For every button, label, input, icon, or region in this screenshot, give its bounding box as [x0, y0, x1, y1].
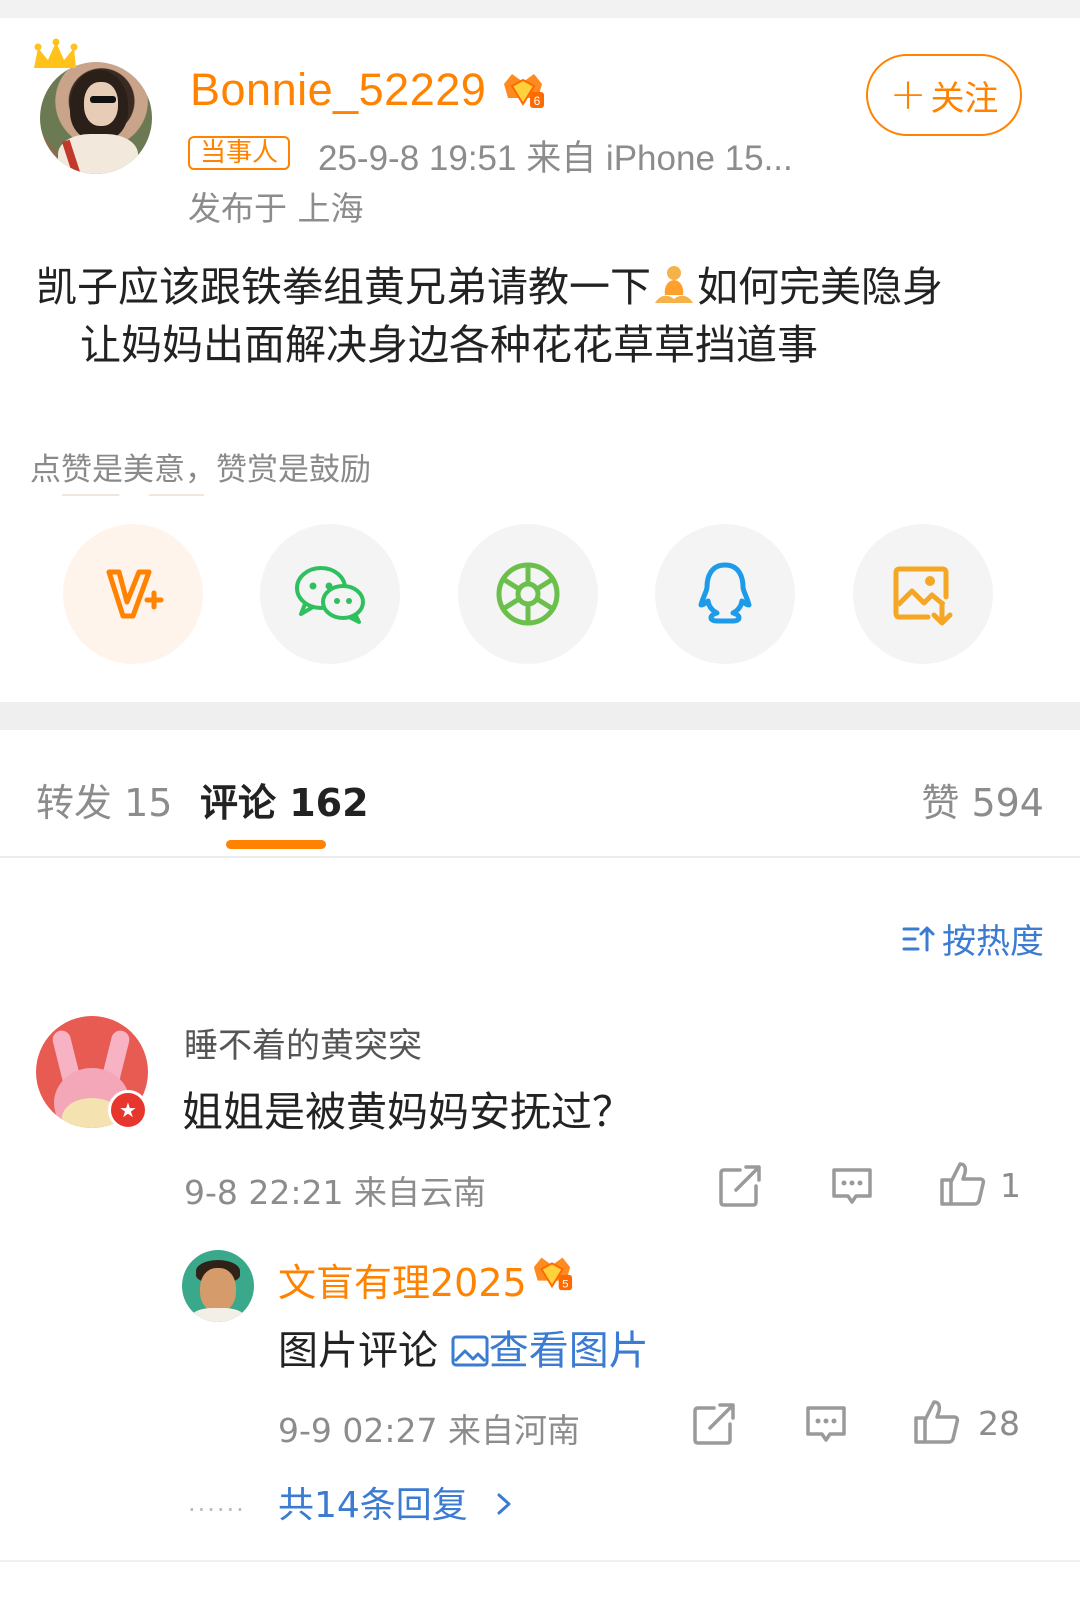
follow-button[interactable]: + 关注	[866, 54, 1022, 136]
save-image-button[interactable]	[853, 524, 993, 664]
post-text-part2: 如何完美隐身	[697, 263, 943, 311]
author-name[interactable]: Bonnie_52229	[190, 64, 486, 116]
post-time-device: 25-9-8 19:51 来自 iPhone 15...	[318, 139, 793, 178]
sort-label: 按热度	[942, 922, 1044, 962]
more-replies-label: 共14条回复	[278, 1485, 468, 1526]
post-body: 凯子应该跟铁拳组黄兄弟请教一下 如何完美隐身 让妈妈出面解决身边各种花花草草挡道…	[36, 258, 1036, 374]
post-location: 发布于 上海	[188, 189, 364, 228]
follow-label: 关注	[930, 78, 999, 119]
comment-text: 姐姐是被黄妈妈安抚过？	[182, 1088, 633, 1136]
comment-meta: 9-8 22:21 来自云南	[184, 1173, 486, 1212]
more-dots: ······	[188, 1496, 246, 1524]
reward-v-plus-button[interactable]	[63, 524, 203, 664]
like-icon[interactable]	[938, 1160, 986, 1208]
tab-comment[interactable]: 评论 162	[200, 772, 369, 827]
share-qq-button[interactable]	[655, 524, 795, 664]
tab-divider	[0, 856, 1080, 858]
reply-text: 图片评论 查看图片	[278, 1318, 649, 1376]
view-image-label: 查看图片	[488, 1328, 649, 1374]
post-text-part1: 凯子应该跟铁拳组黄兄弟请教一下	[36, 263, 651, 311]
share-icon[interactable]	[690, 1400, 738, 1448]
reward-hint: 点赞是美意，赞赏是鼓励	[30, 452, 371, 488]
tab-repost[interactable]: 转发 15	[36, 772, 172, 827]
replier-avatar[interactable]	[182, 1250, 254, 1322]
crown-icon	[34, 38, 78, 68]
reply-meta: 9-9 02:27 来自河南	[278, 1411, 580, 1450]
hint-caret	[118, 494, 150, 508]
share-wechat-button[interactable]	[260, 524, 400, 664]
sort-by-hot-button[interactable]: 按热度	[902, 914, 1044, 963]
qq-icon	[698, 562, 752, 624]
comment-icon[interactable]	[802, 1400, 850, 1448]
share-icon[interactable]	[716, 1162, 764, 1210]
post-text-line2: 让妈妈出面解决身边各种花花草草挡道事	[80, 321, 818, 369]
v-plus-icon	[106, 569, 164, 619]
view-more-replies-link[interactable]: 共14条回复	[278, 1476, 517, 1528]
tab-like[interactable]: 赞 594	[921, 772, 1044, 827]
section-separator	[0, 702, 1080, 730]
wechat-icon	[295, 566, 365, 624]
view-image-link[interactable]: 查看图片	[451, 1328, 649, 1374]
bottom-divider	[0, 1560, 1080, 1562]
comment-like-count: 1	[1000, 1166, 1021, 1205]
top-strip	[0, 0, 1080, 18]
chevron-right-icon	[497, 1493, 511, 1515]
member-crown-icon: 6	[504, 74, 544, 108]
share-moments-button[interactable]	[458, 524, 598, 664]
verified-badge-icon: ★	[108, 1090, 148, 1130]
plus-icon: +	[889, 69, 927, 120]
tab-active-indicator	[226, 840, 326, 849]
member-crown-icon: 5	[533, 1257, 573, 1290]
meditation-emoji-icon	[655, 266, 693, 303]
party-tag: 当事人	[188, 136, 291, 170]
replier-name[interactable]: 文盲有理2025	[278, 1252, 527, 1307]
moments-icon	[496, 562, 560, 626]
reply-like-count: 28	[978, 1404, 1020, 1443]
image-icon	[451, 1335, 489, 1367]
commenter-name[interactable]: 睡不着的黄突突	[184, 1018, 422, 1067]
comment-icon[interactable]	[828, 1162, 876, 1210]
like-icon[interactable]	[912, 1398, 960, 1446]
svg-text:6: 6	[534, 94, 541, 108]
reply-text-label: 图片评论	[278, 1328, 438, 1374]
sort-icon	[902, 926, 935, 951]
svg-text:5: 5	[562, 1278, 568, 1290]
save-image-icon	[893, 566, 953, 626]
